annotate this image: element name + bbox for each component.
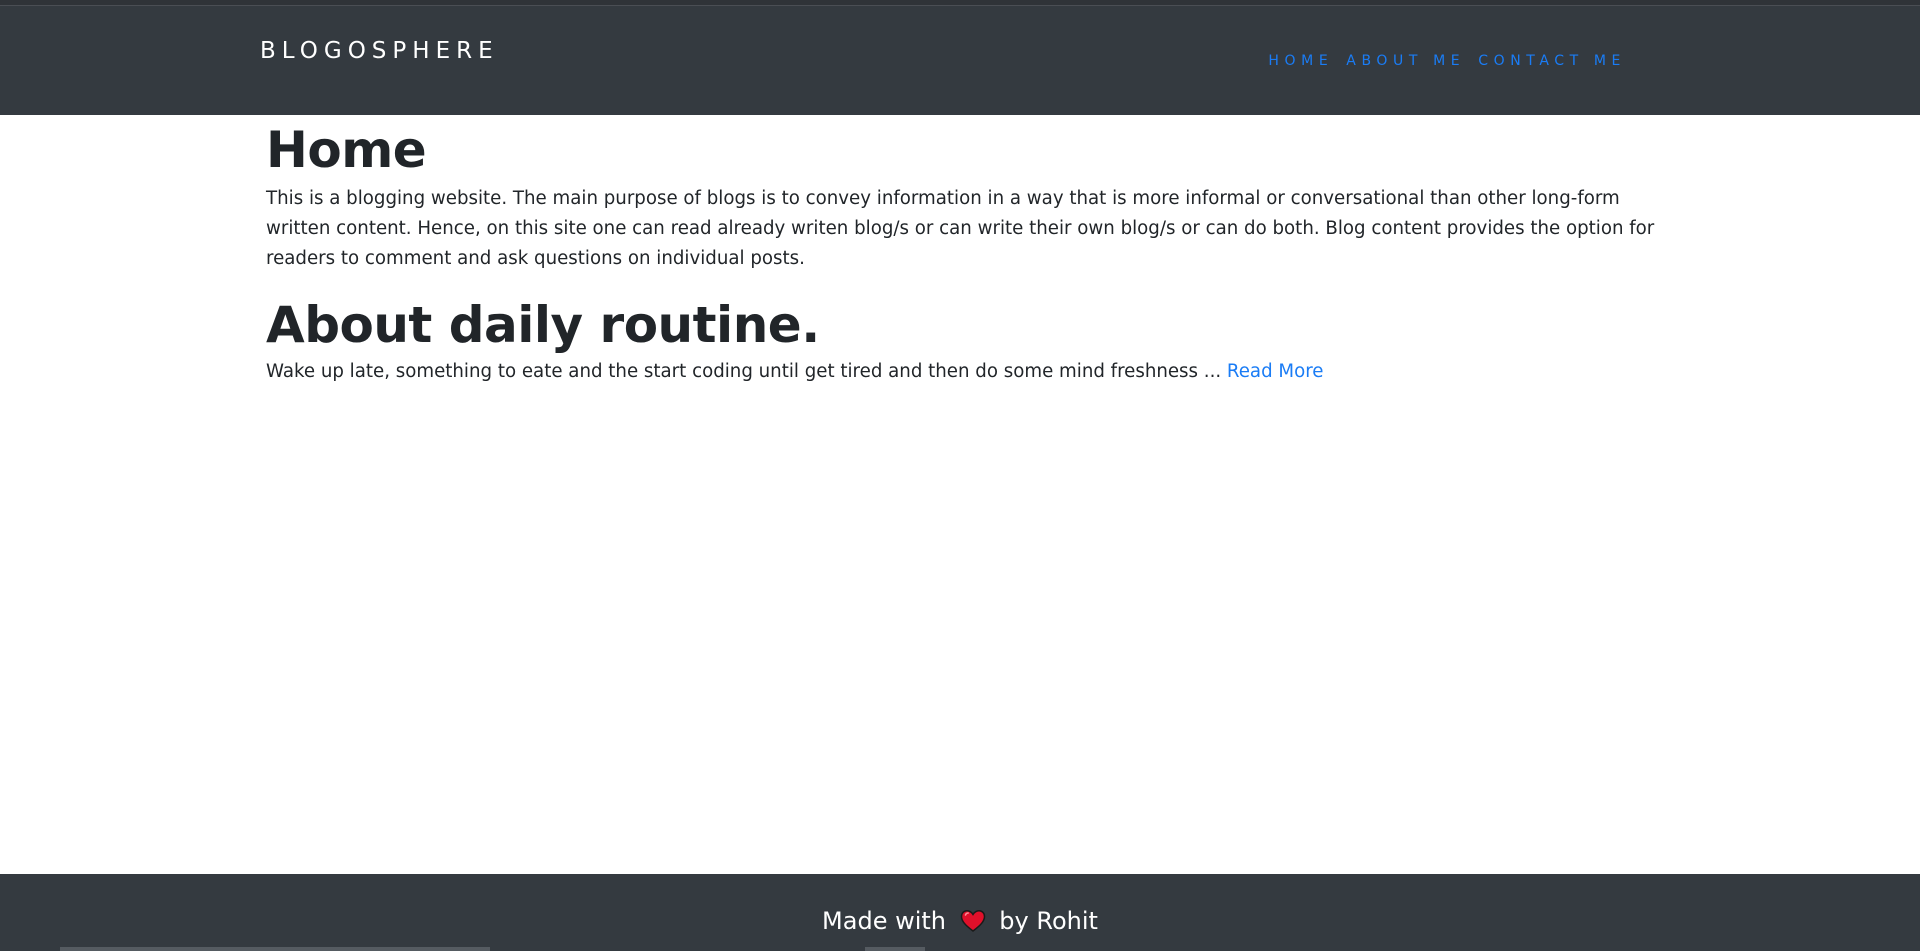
footer-text-before: Made with	[822, 907, 947, 935]
scrollbar-marker	[865, 947, 925, 951]
nav-menu: HOME ABOUT ME CONTACT ME	[1255, 52, 1626, 70]
nav-link-contact-me[interactable]: CONTACT ME	[1478, 53, 1626, 69]
heart-icon	[960, 909, 986, 939]
nav-link-home[interactable]: HOME	[1268, 53, 1333, 69]
intro-paragraph: This is a blogging website. The main pur…	[266, 188, 1655, 269]
nav-link-about-me[interactable]: ABOUT ME	[1346, 53, 1465, 69]
page-title: Home	[266, 121, 427, 179]
footer: Made with by Rohit	[0, 874, 1920, 951]
navbar: BLOGOSPHERE HOME ABOUT ME CONTACT ME	[0, 6, 1920, 115]
footer-text-after: by Rohit	[999, 907, 1098, 935]
read-more-link[interactable]: Read More	[1227, 361, 1324, 382]
nav-item-about: ABOUT ME	[1333, 52, 1465, 70]
footer-credit: Made with by Rohit	[0, 907, 1920, 939]
post-excerpt: Wake up late, something to eate and the …	[266, 357, 1656, 387]
nav-item-contact: CONTACT ME	[1465, 52, 1626, 70]
brand-logo[interactable]: BLOGOSPHERE	[260, 38, 499, 64]
nav-item-home: HOME	[1255, 52, 1333, 70]
post-title: About daily routine.	[266, 296, 820, 354]
post-card: About daily routine. Wake up late, somet…	[266, 293, 1656, 387]
main-content: Home This is a blogging website. The mai…	[266, 115, 1656, 387]
horizontal-scrollbar-thumb[interactable]	[60, 947, 490, 951]
post-excerpt-text: Wake up late, something to eate and the …	[266, 361, 1227, 382]
